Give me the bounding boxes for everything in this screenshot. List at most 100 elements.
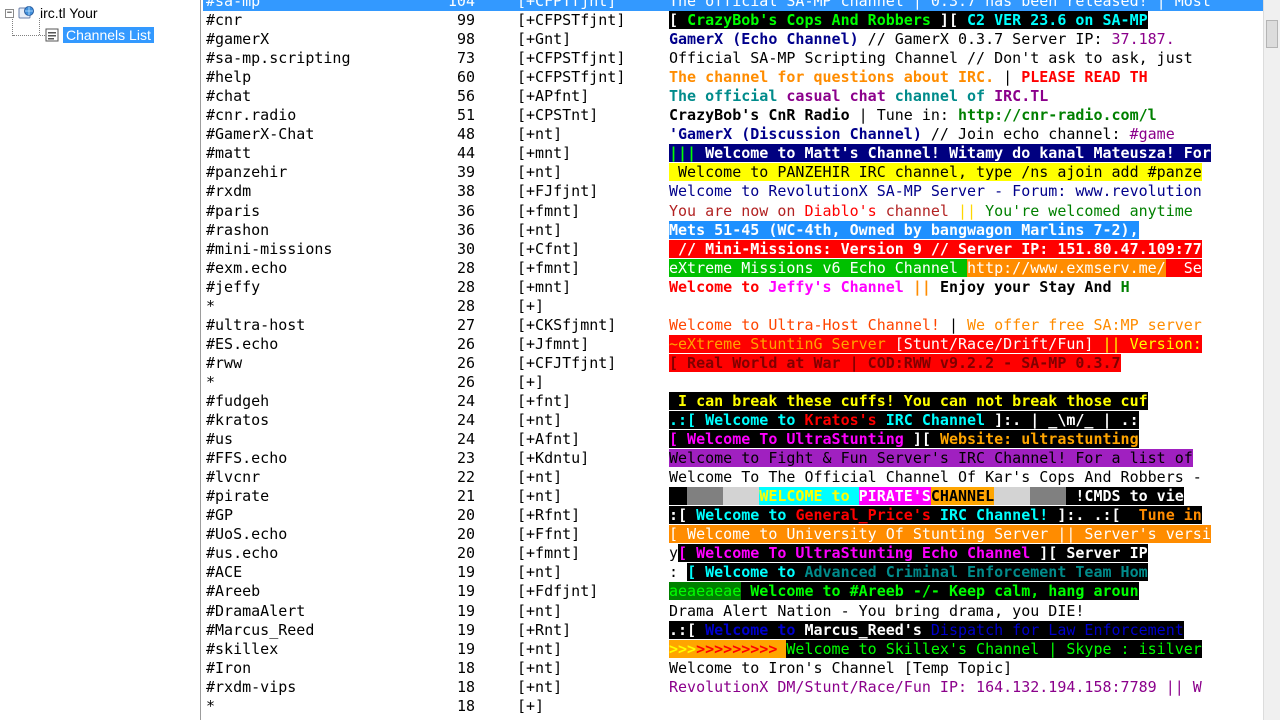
channel-user-count: 26 bbox=[456, 334, 475, 353]
channel-user-count: 26 bbox=[456, 353, 475, 372]
channel-row[interactable]: #FFS.echo 23 [+Kdntu] Welcome to Fight & Fu… bbox=[203, 449, 1280, 468]
channel-topic: [ CrazyBob's Cops And Robbers ][ C2 VER … bbox=[669, 11, 1263, 30]
channel-row[interactable]: #rww 26 [+CFJTfjnt] [ Real World at War | C… bbox=[203, 353, 1280, 373]
channel-row[interactable]: #panzehir 39 [+nt] Welcome to PANZEHIR IRC… bbox=[203, 163, 1280, 182]
channel-row[interactable]: #ultra-host 27 [+CKSfjmnt] Welcome to Ultra… bbox=[203, 316, 1280, 335]
topic-segment: | bbox=[939, 315, 968, 334]
channel-topic: // Mini-Missions: Version 9 // Server IP… bbox=[669, 239, 1263, 259]
topic-segment: [ Welcome to University Of Stunting Serv… bbox=[669, 525, 1211, 544]
topic-segment: .:[ bbox=[669, 620, 706, 639]
channel-user-count: 44 bbox=[456, 144, 475, 163]
channel-topic: Welcome To The Official Channel Of Kar's… bbox=[669, 468, 1263, 487]
topic-segment: We offer free SA:MP server bbox=[967, 315, 1202, 334]
channel-topic: .:[ Welcome to Kratos's IRC Channel ]:. … bbox=[669, 411, 1263, 430]
channel-user-count: 38 bbox=[456, 182, 475, 201]
channel-row[interactable]: #us.echo 20 [+fmnt] y[ Welcome To UltraStun… bbox=[203, 544, 1280, 563]
channel-name: #Iron bbox=[206, 658, 252, 677]
channel-row[interactable]: #Iron 18 [+nt] Welcome to Iron's Channel [T… bbox=[203, 659, 1280, 678]
channel-row[interactable]: #rashon 36 [+nt] Mets 51-45 (WC-4th, Owned … bbox=[203, 220, 1280, 240]
channel-modes: [+] bbox=[517, 296, 545, 315]
topic-segment: Official SA-MP Scripting Channel // Don'… bbox=[669, 49, 1193, 68]
channel-row[interactable]: #chat 56 [+APfnt] The official casual chat … bbox=[203, 87, 1280, 106]
channel-modes: [+nt] bbox=[517, 468, 563, 487]
channel-row[interactable]: #rxdm-vips 18 [+nt] RevolutionX DM/Stunt/Ra… bbox=[203, 678, 1280, 697]
channel-row[interactable]: * 28 [+] bbox=[203, 297, 1280, 316]
channel-row[interactable]: #us 24 [+Afnt] [ Welcome To UltraStunting ]… bbox=[203, 430, 1280, 449]
channel-name: #rashon bbox=[206, 220, 270, 239]
channel-topic: aeaeaeae Welcome to #Areeb -/- Keep calm… bbox=[669, 582, 1263, 601]
channel-user-count: 36 bbox=[456, 220, 475, 239]
channel-name: * bbox=[206, 296, 216, 315]
channel-row[interactable]: #jeffy 28 [+mnt] Welcome to Jeffy's Channel… bbox=[203, 278, 1280, 297]
channel-modes: [+fmnt] bbox=[517, 258, 581, 277]
channel-user-count: 20 bbox=[456, 506, 475, 525]
channel-row[interactable]: #Marcus_Reed 19 [+Rnt] .:[ Welcome to Marcu… bbox=[203, 620, 1280, 640]
topic-segment: >>> bbox=[669, 639, 697, 658]
channel-topic: Mets 51-45 (WC-4th, Owned by bangwagon M… bbox=[669, 220, 1263, 240]
channel-topic: Official SA-MP Scripting Channel // Don'… bbox=[669, 49, 1263, 68]
channel-row[interactable]: #kratos 24 [+nt] .:[ Welcome to Kratos's IR… bbox=[203, 411, 1280, 430]
channel-name: #ACE bbox=[206, 563, 243, 582]
collapse-toggle[interactable]: − bbox=[5, 8, 14, 18]
topic-segment: Jeffy's Channel bbox=[768, 277, 904, 296]
channel-name: #UoS.echo bbox=[206, 525, 288, 544]
channel-row[interactable]: #matt 44 [+mnt] ||| Welcome to Matt's Chann… bbox=[203, 144, 1280, 163]
channel-modes: [+CPSTnt] bbox=[517, 106, 599, 125]
channels-list-icon bbox=[45, 28, 59, 42]
channel-row[interactable]: #GP 20 [+Rfnt]:[ Welcome to General_Price'… bbox=[203, 506, 1280, 525]
channel-user-count: 18 bbox=[456, 677, 475, 696]
channel-row[interactable]: #Areeb 19 [+Fdfjnt] aeaeaeae Welcome to #Ar… bbox=[203, 582, 1280, 601]
channel-row[interactable]: #lvcnr 22 [+nt] Welcome To The Official Cha… bbox=[203, 468, 1280, 487]
channel-modes: [+FJfjnt] bbox=[517, 182, 599, 201]
channel-modes: [+Gnt] bbox=[517, 30, 572, 49]
channel-topic: [ Real World at War | COD:RWW v9.2.2 - S… bbox=[669, 353, 1263, 373]
vertical-scrollbar[interactable] bbox=[1263, 0, 1280, 720]
scrollbar-thumb[interactable] bbox=[1266, 20, 1278, 48]
channel-user-count: 19 bbox=[456, 601, 475, 620]
channel-user-count: 48 bbox=[456, 125, 475, 144]
channel-name: #gamerX bbox=[206, 30, 270, 49]
topic-segment: Website: ultrastunting bbox=[939, 430, 1139, 449]
channel-name: #help bbox=[206, 68, 252, 87]
topic-segment: // Join echo channel: bbox=[921, 125, 1130, 144]
channel-modes: [+fnt] bbox=[517, 391, 572, 410]
channel-row[interactable]: #gamerX 98 [+Gnt] GamerX (Echo Channel) // … bbox=[203, 30, 1280, 49]
channel-row[interactable]: #exm.echo 28 [+fmnt] eXtreme Missions v6 Ec… bbox=[203, 258, 1280, 278]
topic-segment: [ Real World at War | COD:RWW v9.2.2 - S… bbox=[669, 353, 1121, 372]
channel-user-count: 39 bbox=[456, 163, 475, 182]
channel-row[interactable]: #skillex 19 [+nt] >>>>>>>>>>>> Welcome to S… bbox=[203, 639, 1280, 659]
topic-segment: ]:. | _\m/_ | .: bbox=[994, 411, 1139, 430]
channel-topic: eXtreme Missions v6 Echo Channel http://… bbox=[669, 258, 1263, 278]
channel-row[interactable]: #rxdm 38 [+FJfjnt] Welcome to RevolutionX S… bbox=[203, 182, 1280, 201]
channel-row[interactable]: #cnr.radio 51 [+CPSTnt] CrazyBob's CnR Radi… bbox=[203, 106, 1280, 125]
topic-segment: channel of bbox=[885, 87, 995, 106]
tree-node-channels-list[interactable]: Channels List bbox=[44, 26, 154, 44]
channel-row[interactable]: * 18 [+] bbox=[203, 697, 1280, 716]
channel-row[interactable]: #cnr 99 [+CFPSTfjnt] [ CrazyBob's Cops And … bbox=[203, 11, 1280, 30]
channel-row[interactable]: #DramaAlert 19 [+nt] Drama Alert Nation - Y… bbox=[203, 602, 1280, 621]
channel-topic: .:[ Welcome to Marcus_Reed's Dispatch fo… bbox=[669, 620, 1263, 640]
topic-segment: y bbox=[669, 544, 679, 563]
channel-row[interactable]: #ES.echo 26 [+Jfmnt] ~eXtreme StuntinG Serv… bbox=[203, 334, 1280, 354]
topic-segment: #game bbox=[1129, 125, 1175, 144]
channel-row[interactable]: #UoS.echo 20 [+Ffnt] [ Welcome to Universit… bbox=[203, 525, 1280, 544]
channel-row[interactable]: #paris 36 [+fmnt] You are now on Diablo's c… bbox=[203, 202, 1280, 221]
topic-segment bbox=[1030, 487, 1067, 506]
channel-topic: Welcome to Jeffy's Channel || Enjoy your… bbox=[669, 278, 1263, 297]
topic-segment: CrazyBob's Cops And Robbers bbox=[687, 11, 931, 30]
channel-row[interactable]: #help 60 [+CFPSTfjnt] The channel for quest… bbox=[203, 68, 1280, 87]
channel-name: #jeffy bbox=[206, 277, 261, 296]
channel-row[interactable]: #sa-mp.scripting 73 [+CFPSTfjnt] Official S… bbox=[203, 49, 1280, 68]
channel-topic: I can break these cuffs! You can not bre… bbox=[669, 391, 1263, 411]
channels-list-view[interactable]: #sa-mp 104 [+CFPTfjnt] The official SA-MP c… bbox=[203, 0, 1280, 722]
channel-row[interactable]: #fudgeh 24 [+fnt] I can break these cuffs!… bbox=[203, 391, 1280, 411]
channel-modes: [+] bbox=[517, 696, 545, 715]
channel-row[interactable]: #pirate 21 [+nt] WELCOME to PIRATE'SCHANNE… bbox=[203, 487, 1280, 506]
tree-node-server[interactable]: − irc.tl Your bbox=[5, 4, 101, 22]
channel-row[interactable]: * 26 [+] bbox=[203, 373, 1280, 392]
channel-row[interactable]: #ACE 19 [+nt]: [ Welcome to Advanced Crimi… bbox=[203, 563, 1280, 582]
channel-user-count: 60 bbox=[456, 68, 475, 87]
channel-row[interactable]: #GamerX-Chat 48 [+nt] 'GamerX (Discussion C… bbox=[203, 125, 1280, 144]
channel-row[interactable]: #sa-mp 104 [+CFPTfjnt] The official SA-MP c… bbox=[203, 0, 1280, 12]
channel-row[interactable]: #mini-missions 30 [+Cfnt] // Mini-Missions… bbox=[203, 239, 1280, 259]
